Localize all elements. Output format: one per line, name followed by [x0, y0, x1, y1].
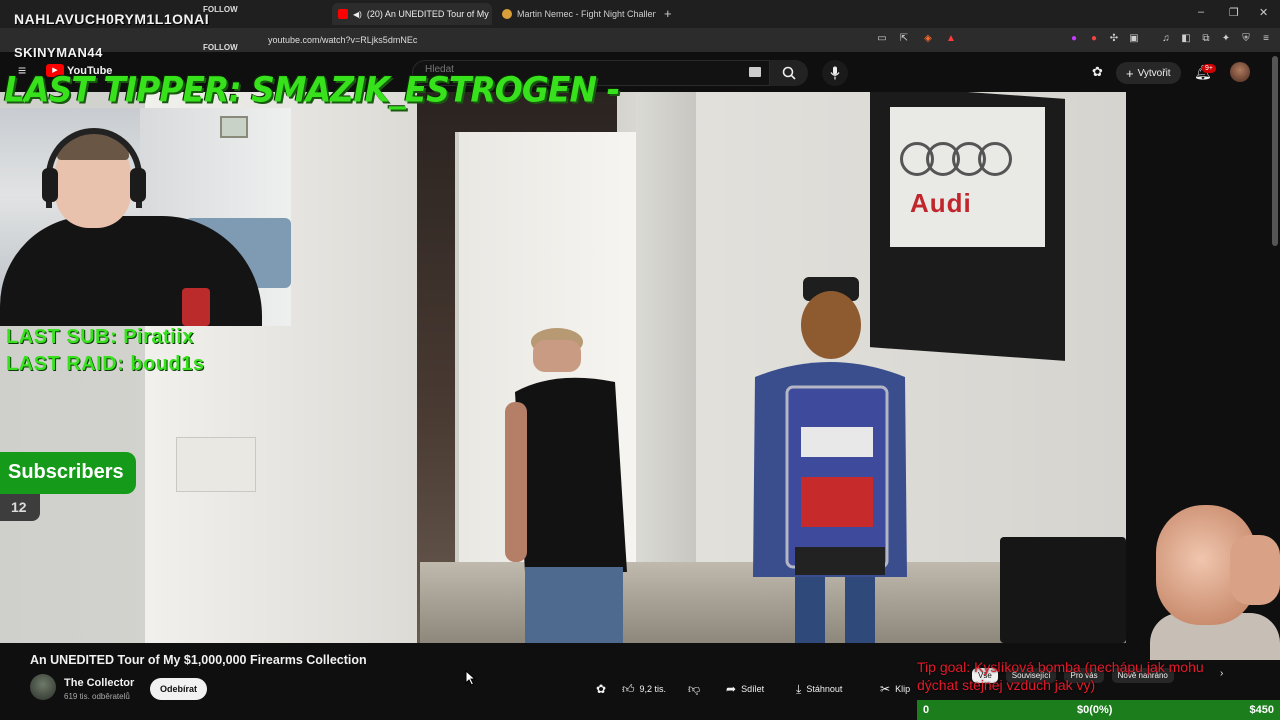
- last-tipper-label: LAST TIPPER: SMAZIK_ESTROGEN -: [4, 69, 620, 110]
- scene-poster-inner: [890, 107, 1045, 247]
- leo-ai-icon[interactable]: ✦: [1220, 33, 1232, 45]
- media-icon[interactable]: ♫: [1160, 33, 1172, 45]
- webcam-picture-frame: [220, 116, 248, 138]
- channel-avatar[interactable]: [30, 674, 56, 700]
- vpn-icon[interactable]: ⛨: [1240, 33, 1252, 45]
- clip-label: Klip: [895, 684, 911, 694]
- youtube-favicon-icon: [338, 9, 348, 19]
- share-button[interactable]: ➦ Sdílet: [726, 679, 764, 699]
- tab-inactive[interactable]: Martin Nemec - Fight Night Challeng: [496, 3, 656, 25]
- share-label: Sdílet: [741, 684, 765, 694]
- headset-icon: [46, 128, 142, 208]
- url-text: youtube.com/watch?v=RLjks5dmNEc: [268, 35, 418, 45]
- speaker-icon: ◀): [353, 9, 362, 19]
- follow-alert-name: SKINYMAN44: [14, 45, 103, 60]
- sidebar-toggle-icon[interactable]: ◧: [1180, 33, 1192, 45]
- video-title: An UNEDITED Tour of My $1,000,000 Firear…: [30, 653, 367, 667]
- create-button[interactable]: + Vytvořit: [1116, 62, 1181, 84]
- thumbs-up-icon: 👍︎: [622, 681, 635, 696]
- like-count: 9,2 tis.: [639, 684, 667, 694]
- streamer-webcam: [0, 108, 291, 326]
- site-favicon-icon: [502, 9, 512, 19]
- address-toolbar: ⚙ youtube.com/watch?v=RLjks5dmNEc ▭ ⇱ ◈ …: [0, 28, 1280, 52]
- scene-man: [505, 328, 627, 643]
- subscribers-panel: Subscribers: [0, 452, 136, 494]
- download-button[interactable]: ⤓ Stáhnout: [796, 679, 842, 699]
- gem-share-icon[interactable]: ✿: [596, 679, 606, 699]
- guest-facecam: [1150, 495, 1280, 660]
- like-button[interactable]: 👍︎ 9,2 tis.: [622, 679, 666, 699]
- tab-active[interactable]: ◀) (20) An UNEDITED Tour of My ✕: [332, 3, 492, 25]
- scene-slot-machine-statue: [753, 277, 907, 643]
- headset-earcup: [42, 168, 58, 202]
- new-tab-icon[interactable]: +: [664, 6, 672, 21]
- follow-alert-tag: FOLLOW: [203, 5, 238, 14]
- gem-extension-icon[interactable]: ✿: [1092, 64, 1103, 80]
- thumbs-down-icon: 👎︎: [688, 681, 701, 696]
- tab-title: (20) An UNEDITED Tour of My: [366, 9, 489, 19]
- webcam-mic: [182, 288, 210, 326]
- extension-red-icon[interactable]: ●: [1088, 33, 1100, 45]
- subscribe-label: Odebírat: [160, 684, 198, 694]
- tip-goal-text: Tip goal: Kyslíková bomba (nechápu jak m…: [917, 659, 1204, 693]
- last-raid-label: LAST RAID: boud1s: [6, 353, 205, 375]
- tab-title: Martin Nemec - Fight Night Challeng: [517, 9, 656, 19]
- scene-monitor: [1000, 537, 1126, 643]
- keyboard-icon[interactable]: [749, 67, 761, 77]
- close-window-icon[interactable]: ✕: [1259, 6, 1268, 19]
- page-scrollbar[interactable]: [1272, 56, 1278, 246]
- voice-search-button[interactable]: [822, 60, 848, 86]
- audi-ring: [978, 142, 1012, 176]
- search-icon: [782, 66, 796, 80]
- brave-shield-icon[interactable]: ◈: [922, 33, 934, 45]
- tip-goal-target: $450: [1249, 704, 1274, 716]
- mouse-cursor-icon: [465, 670, 477, 686]
- maximize-icon[interactable]: ❐: [1229, 6, 1239, 19]
- follow-alert-name: NAHLAVUCH0RYM1L1ONAI: [14, 11, 210, 27]
- account-avatar[interactable]: [1230, 62, 1250, 82]
- dislike-button[interactable]: 👎︎: [688, 679, 700, 699]
- channel-subscribers: 619 tis. odběratelů: [64, 692, 130, 701]
- microphone-icon: [830, 66, 840, 80]
- subscribers-count: 12: [0, 494, 40, 521]
- download-icon: ⤓: [796, 681, 802, 696]
- share-arrow-icon: ➦: [726, 682, 737, 696]
- extension-purple-icon[interactable]: ●: [1068, 33, 1080, 45]
- scene-poster-text: Audi: [910, 188, 972, 218]
- guest-hand: [1230, 535, 1280, 605]
- scene-light-switch: [176, 437, 256, 492]
- download-label: Stáhnout: [806, 684, 843, 694]
- tip-goal-status: $0(0%): [1077, 704, 1113, 716]
- subscribers-label: Subscribers: [8, 461, 124, 483]
- minimize-icon[interactable]: –: [1198, 6, 1204, 18]
- create-label: Vytvořit: [1137, 67, 1171, 79]
- subscribe-button[interactable]: Odebírat: [150, 678, 208, 700]
- cast-icon[interactable]: ▭: [876, 33, 888, 45]
- wallet-icon[interactable]: ▣: [1128, 33, 1140, 45]
- extensions-icon[interactable]: ✣: [1108, 33, 1120, 45]
- headset-earcup: [130, 168, 146, 202]
- url-field[interactable]: youtube.com/watch?v=RLjks5dmNEc: [248, 31, 968, 49]
- rewards-icon[interactable]: ▲: [945, 33, 957, 45]
- clip-button[interactable]: ✂ Klip: [880, 679, 910, 699]
- plus-icon: +: [1126, 65, 1134, 81]
- tip-goal-bar: 0 $0(0%) $450: [917, 700, 1280, 720]
- tabs-icon[interactable]: ⧉: [1200, 33, 1212, 45]
- channel-name[interactable]: The Collector: [64, 677, 134, 689]
- last-sub-label: LAST SUB: Piratiix: [6, 326, 194, 348]
- scissors-icon: ✂: [880, 682, 891, 696]
- tip-goal-current: 0: [923, 704, 930, 716]
- share-page-icon[interactable]: ⇱: [898, 33, 910, 45]
- subscribers-count-value: 12: [11, 499, 27, 515]
- search-button[interactable]: [770, 60, 808, 86]
- notification-badge: 9+: [1202, 64, 1216, 73]
- follow-alert-tag: FOLLOW: [203, 43, 238, 52]
- menu-icon[interactable]: ≡: [1260, 33, 1272, 45]
